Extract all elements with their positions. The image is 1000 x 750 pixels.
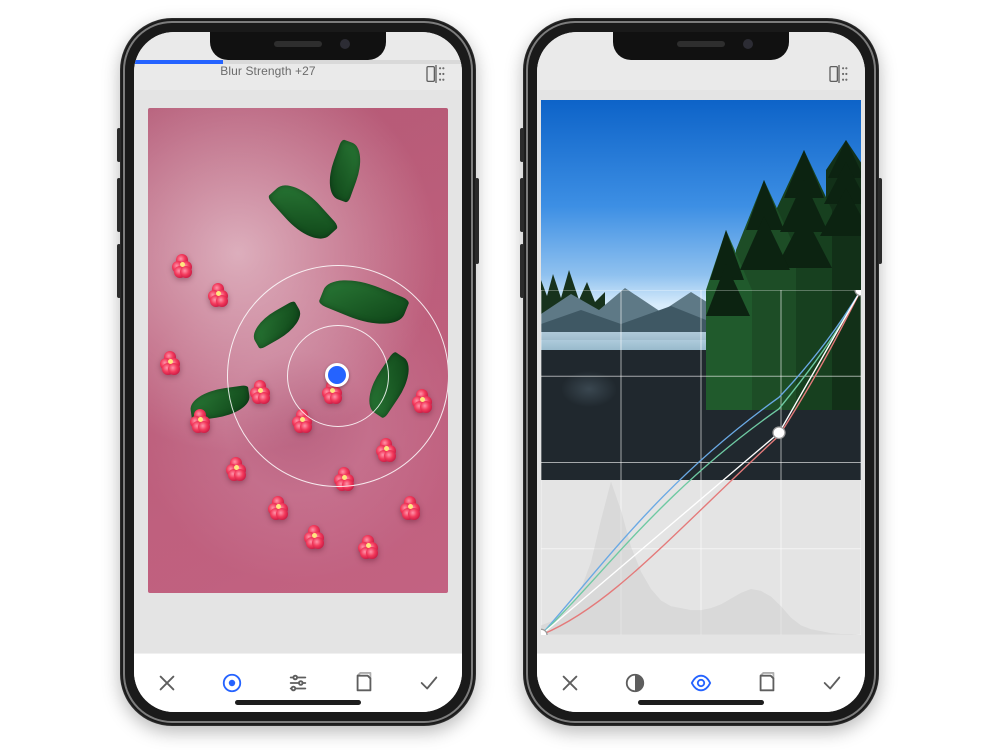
tool-label: Blur Strength +27 [134,64,402,78]
curve-handle-mid[interactable] [773,427,785,439]
compare-icon[interactable] [829,65,849,83]
curve-handle-highlights[interactable] [855,290,861,296]
editor-canvas[interactable] [134,90,462,653]
device-notch [210,32,386,60]
blur-center-handle[interactable] [325,363,349,387]
photo-preview [148,108,448,593]
phone-right [523,18,879,726]
editor-canvas[interactable] [537,90,865,653]
cancel-button[interactable] [547,660,593,706]
cancel-button[interactable] [144,660,190,706]
curves-chart[interactable] [541,290,861,635]
apply-button[interactable] [406,660,452,706]
device-notch [613,32,789,60]
home-indicator [235,700,361,705]
phone-left: Blur Strength +27 [120,18,476,726]
apply-button[interactable] [809,660,855,706]
home-indicator [638,700,764,705]
compare-icon[interactable] [426,65,446,83]
curves-panel[interactable] [541,290,861,635]
